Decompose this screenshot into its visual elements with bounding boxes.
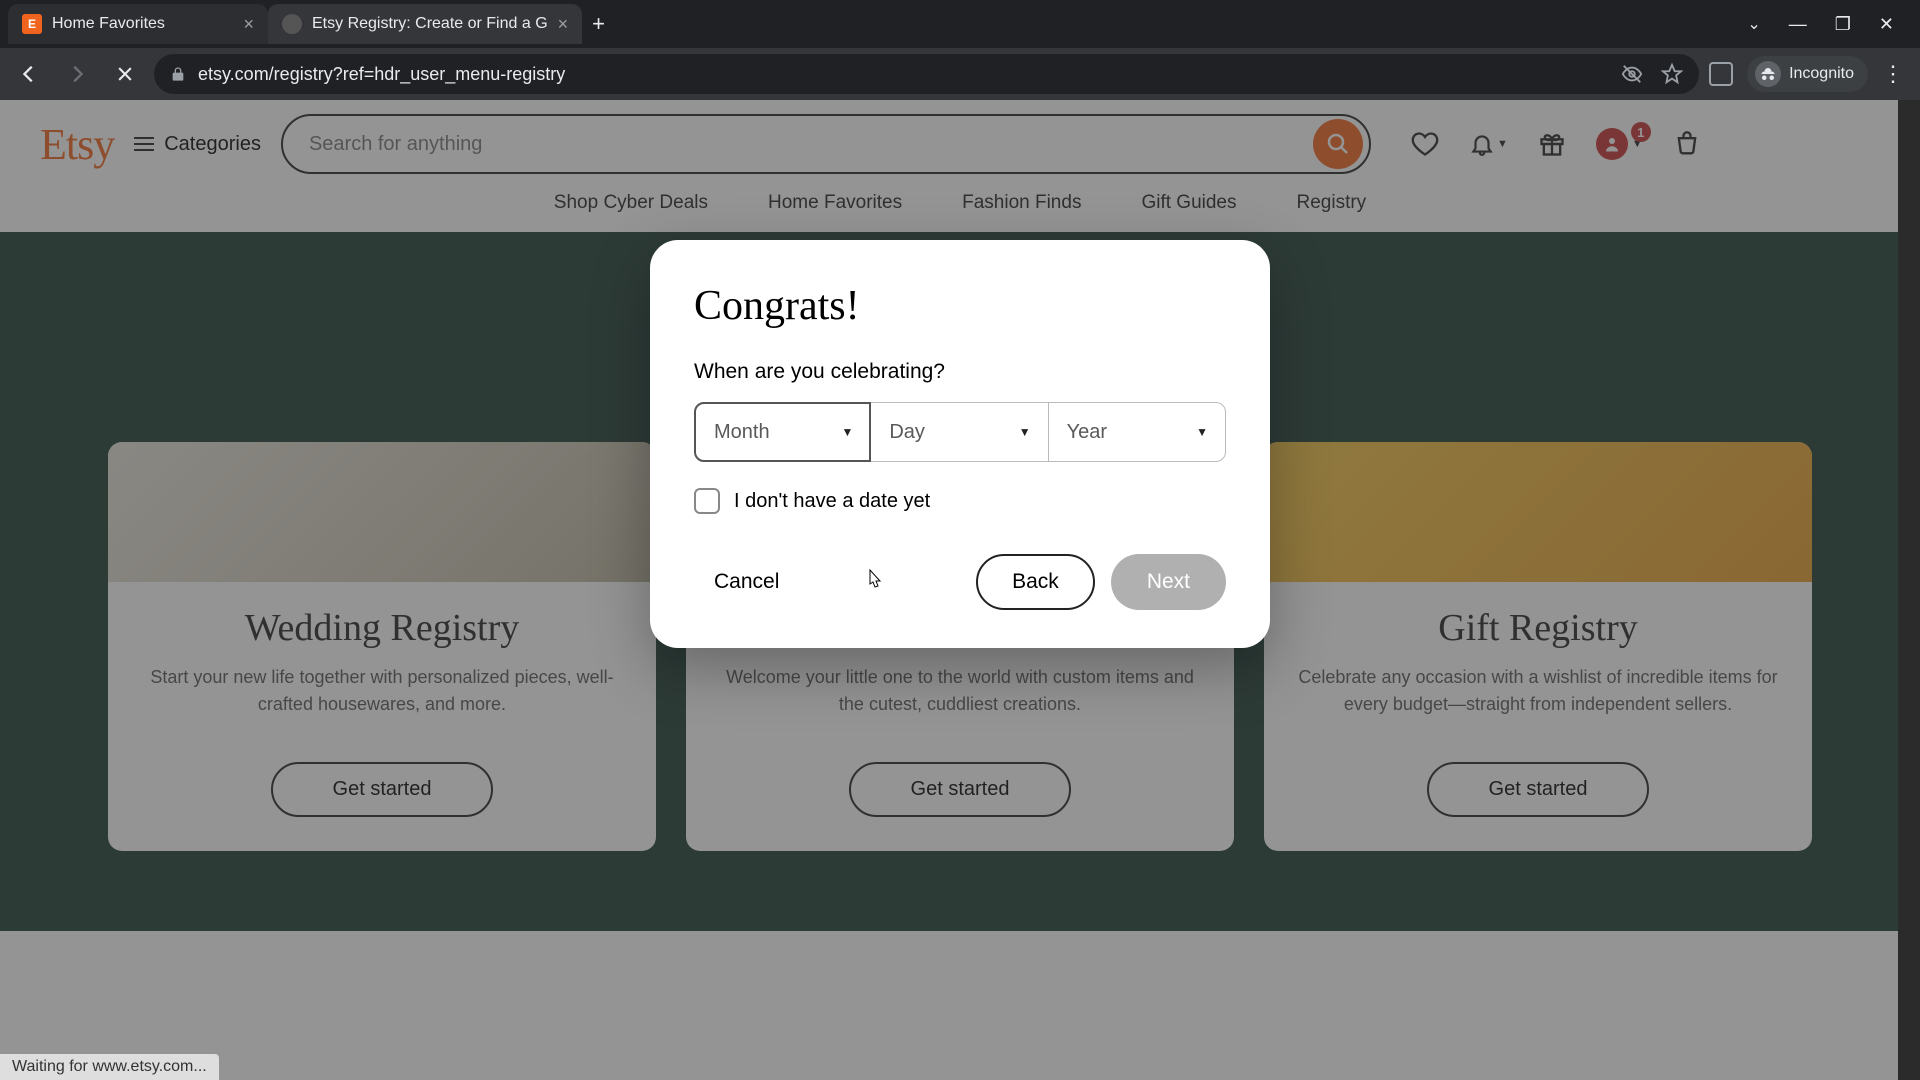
next-button[interactable]: Next [1111, 554, 1226, 610]
tab-title: Etsy Registry: Create or Find a G [312, 15, 548, 33]
url-text: etsy.com/registry?ref=hdr_user_menu-regi… [198, 64, 565, 85]
year-select[interactable]: Year [1049, 402, 1226, 462]
no-date-row: I don't have a date yet [694, 488, 1226, 514]
date-select-group: Month ▼ Day ▼ Year ▼ [694, 402, 1226, 462]
forward-button[interactable] [58, 55, 96, 93]
tab-title: Home Favorites [52, 15, 233, 33]
browser-chrome: E Home Favorites × Etsy Registry: Create… [0, 0, 1920, 100]
modal-heading: Congrats! [694, 282, 1226, 330]
minimize-icon[interactable]: — [1789, 14, 1807, 35]
month-select[interactable]: Month [694, 402, 871, 462]
browser-tab-0[interactable]: E Home Favorites × [8, 4, 268, 44]
registry-date-modal: Congrats! When are you celebrating? Mont… [650, 240, 1270, 648]
incognito-icon [1755, 61, 1781, 87]
incognito-label: Incognito [1789, 65, 1854, 83]
cancel-button[interactable]: Cancel [694, 556, 799, 608]
loading-favicon-icon [282, 14, 302, 34]
close-icon[interactable]: × [243, 14, 254, 35]
bookmark-star-icon[interactable] [1661, 63, 1683, 85]
menu-icon[interactable]: ⋮ [1882, 61, 1904, 87]
incognito-indicator[interactable]: Incognito [1747, 56, 1868, 92]
back-button[interactable] [10, 55, 48, 93]
scrollbar[interactable] [1898, 100, 1920, 1080]
tab-search-icon[interactable]: ⌄ [1747, 14, 1760, 34]
tab-strip: E Home Favorites × Etsy Registry: Create… [0, 0, 1920, 48]
stop-reload-button[interactable] [106, 55, 144, 93]
address-bar[interactable]: etsy.com/registry?ref=hdr_user_menu-regi… [154, 54, 1699, 94]
lock-icon[interactable] [170, 66, 186, 82]
maximize-icon[interactable]: ❐ [1835, 14, 1851, 35]
extensions-icon[interactable] [1709, 62, 1733, 86]
close-icon[interactable]: × [558, 14, 569, 35]
modal-actions: Cancel Back Next [694, 554, 1226, 610]
etsy-favicon-icon: E [22, 14, 42, 34]
toolbar-right: Incognito ⋮ [1709, 56, 1910, 92]
no-date-label[interactable]: I don't have a date yet [734, 490, 930, 513]
no-date-checkbox[interactable] [694, 488, 720, 514]
close-window-icon[interactable]: ✕ [1879, 14, 1894, 35]
window-controls: ⌄ — ❐ ✕ [1747, 14, 1912, 35]
back-button[interactable]: Back [976, 554, 1095, 610]
modal-question: When are you celebrating? [694, 360, 1226, 384]
omnibox-actions [1621, 63, 1683, 85]
browser-tab-1[interactable]: Etsy Registry: Create or Find a G × [268, 4, 582, 44]
new-tab-button[interactable]: + [592, 11, 605, 37]
eye-blocked-icon[interactable] [1621, 63, 1643, 85]
browser-toolbar: etsy.com/registry?ref=hdr_user_menu-regi… [0, 48, 1920, 100]
status-bar: Waiting for www.etsy.com... [0, 1054, 219, 1080]
page-viewport: Etsy Categories ▼ [0, 100, 1920, 1080]
modal-overlay[interactable]: Congrats! When are you celebrating? Mont… [0, 100, 1920, 1080]
day-select[interactable]: Day [871, 402, 1048, 462]
